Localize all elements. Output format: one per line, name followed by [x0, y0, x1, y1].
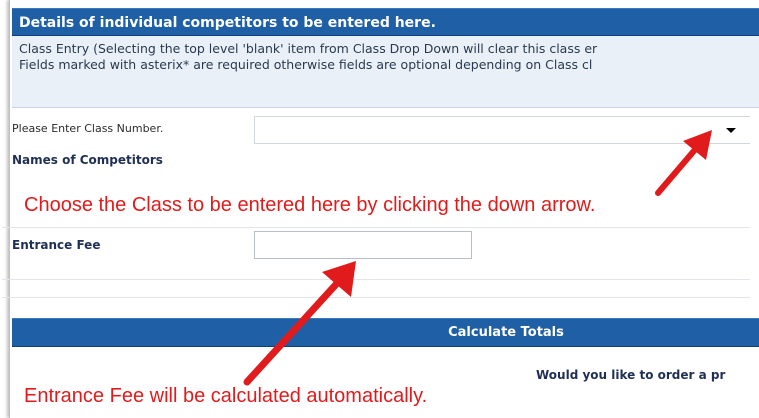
- divider: [2, 279, 750, 280]
- class-annotation: Choose the Class to be entered here by c…: [24, 194, 596, 216]
- calculate-totals-label: Calculate Totals: [448, 325, 564, 340]
- section-header: Details of individual competitors to be …: [12, 8, 759, 36]
- calculate-totals-button[interactable]: Calculate Totals: [12, 318, 759, 347]
- divider: [2, 297, 750, 298]
- chevron-down-icon[interactable]: [726, 128, 736, 133]
- info-box: Class Entry (Selecting the top level 'bl…: [12, 36, 759, 108]
- class-number-select[interactable]: [254, 116, 750, 144]
- info-line-2: Fields marked with asterix* are required…: [19, 57, 593, 72]
- fee-annotation: Entrance Fee will be calculated automati…: [24, 385, 428, 407]
- entrance-fee-label: Entrance Fee: [12, 238, 101, 252]
- info-line-1: Class Entry (Selecting the top level 'bl…: [19, 41, 598, 56]
- divider: [2, 227, 750, 228]
- names-of-competitors-label: Names of Competitors: [12, 153, 163, 167]
- order-program-question: Would you like to order a pr: [536, 368, 726, 382]
- entrance-fee-input[interactable]: [254, 231, 472, 259]
- class-number-label: Please Enter Class Number.: [12, 122, 164, 135]
